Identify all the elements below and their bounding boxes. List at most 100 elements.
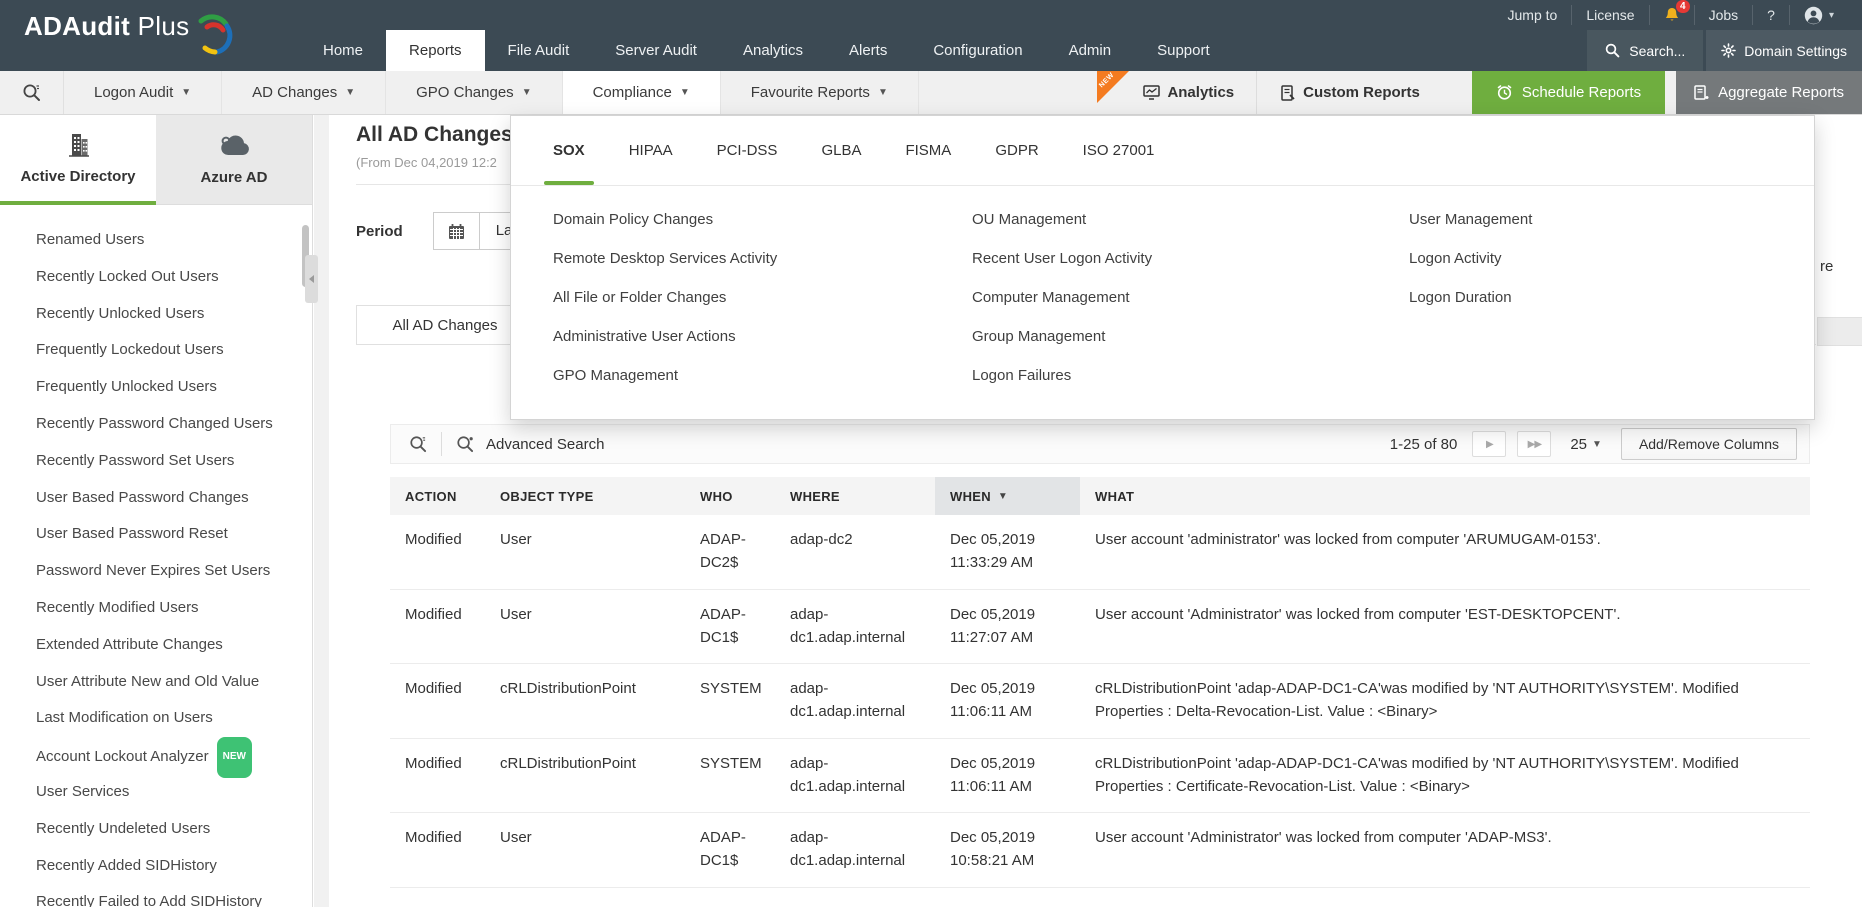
analytics-shortcut[interactable]: NEW Analytics	[1097, 71, 1256, 114]
sidebar-item-user-services[interactable]: User Services	[0, 774, 312, 811]
sidebar-item-account-lockout-analyzer[interactable]: Account Lockout AnalyzerNEW	[0, 737, 312, 774]
link-computer-management[interactable]: Computer Management	[972, 278, 1409, 317]
chevron-down-icon: ▾	[1829, 10, 1834, 21]
compliance-links-col2: OU Management Recent User Logon Activity…	[972, 200, 1409, 395]
sidebar-tabs: Active Directory Azure AD	[0, 115, 312, 205]
cell-where: adap-dc2	[775, 528, 935, 575]
help-button[interactable]: ?	[1752, 5, 1789, 25]
sidebar-item-renamed-users[interactable]: Renamed Users	[0, 222, 312, 259]
cell-what: User account 'Administrator' was locked …	[1080, 826, 1810, 873]
sidebar-item-recently-locked-out-users[interactable]: Recently Locked Out Users	[0, 259, 312, 296]
menu-logon-audit[interactable]: Logon Audit▼	[64, 71, 222, 114]
user-menu-button[interactable]: ▾	[1789, 5, 1848, 25]
link-ou-management[interactable]: OU Management	[972, 200, 1409, 239]
link-domain-policy-changes[interactable]: Domain Policy Changes	[553, 200, 972, 239]
page-size-select[interactable]: 25▼	[1570, 436, 1602, 453]
next-page-button[interactable]: ▶	[1472, 431, 1506, 457]
toolbar-divider	[441, 432, 442, 456]
truncated-right-text: re	[1820, 258, 1833, 275]
nav-support[interactable]: Support	[1134, 30, 1233, 71]
column-header-where[interactable]: WHERE	[775, 477, 935, 515]
tab-active-directory[interactable]: Active Directory	[0, 115, 156, 205]
link-user-management[interactable]: User Management	[1409, 200, 1814, 239]
cell-who: SYSTEM	[685, 677, 775, 724]
last-page-button[interactable]: ▶▶	[1517, 431, 1551, 457]
chevron-left-icon	[309, 275, 314, 283]
pagination-range: 1-25 of 80	[1390, 436, 1458, 453]
license-link[interactable]: License	[1571, 5, 1648, 25]
sidebar-collapse-handle[interactable]	[305, 255, 318, 303]
sidebar-item-recently-unlocked-users[interactable]: Recently Unlocked Users	[0, 296, 312, 333]
sidebar-item-last-modification-on-users[interactable]: Last Modification on Users	[0, 700, 312, 737]
link-logon-failures[interactable]: Logon Failures	[972, 356, 1409, 395]
nav-server-audit[interactable]: Server Audit	[592, 30, 720, 71]
menu-favourite-reports[interactable]: Favourite Reports▼	[721, 71, 919, 114]
toolbar-right-group: 1-25 of 80 ▶ ▶▶ 25▼ Add/Remove Columns	[1390, 428, 1797, 460]
menu-compliance[interactable]: Compliance▼	[563, 71, 721, 114]
link-administrative-user-actions[interactable]: Administrative User Actions	[553, 317, 972, 356]
column-header-action[interactable]: ACTION	[390, 477, 485, 515]
nav-analytics[interactable]: Analytics	[720, 30, 826, 71]
sidebar-item-password-never-expires-set-users[interactable]: Password Never Expires Set Users	[0, 553, 312, 590]
cell-when: Dec 05,201911:06:11 AM	[935, 677, 1080, 724]
cell-where: adap-dc1.adap.internal	[775, 826, 935, 873]
sidebar-item-frequently-lockedout-users[interactable]: Frequently Lockedout Users	[0, 332, 312, 369]
sidebar-item-user-based-password-changes[interactable]: User Based Password Changes	[0, 480, 312, 517]
tab-azure-ad[interactable]: Azure AD	[156, 115, 312, 205]
report-search-button[interactable]	[0, 71, 64, 114]
calendar-button[interactable]	[433, 212, 480, 250]
sidebar-item-user-based-password-reset[interactable]: User Based Password Reset	[0, 516, 312, 553]
nav-configuration[interactable]: Configuration	[910, 30, 1045, 71]
column-search-button[interactable]	[403, 435, 433, 453]
nav-alerts[interactable]: Alerts	[826, 30, 910, 71]
menu-gpo-changes[interactable]: GPO Changes▼	[386, 71, 562, 114]
notifications-button[interactable]: 4	[1649, 5, 1694, 25]
jobs-link[interactable]: Jobs	[1694, 5, 1753, 25]
nav-admin[interactable]: Admin	[1046, 30, 1135, 71]
sidebar-item-extended-attribute-changes[interactable]: Extended Attribute Changes	[0, 627, 312, 664]
column-header-when[interactable]: WHEN▼	[935, 477, 1080, 515]
sort-descending-icon: ▼	[998, 491, 1008, 502]
cell-object-type: cRLDistributionPoint	[485, 677, 685, 724]
view-tab-all-ad-changes[interactable]: All AD Changes	[356, 305, 534, 345]
nav-home[interactable]: Home	[300, 30, 386, 71]
advanced-search-button[interactable]: Advanced Search	[486, 436, 604, 453]
custom-reports-button[interactable]: Custom Reports	[1256, 71, 1444, 114]
column-header-what[interactable]: WHAT	[1080, 477, 1810, 515]
nav-reports[interactable]: Reports	[386, 30, 485, 71]
compliance-tab-sox[interactable]: SOX	[553, 116, 585, 185]
schedule-reports-button[interactable]: Schedule Reports	[1472, 71, 1665, 114]
column-header-object-type[interactable]: OBJECT TYPE	[485, 477, 685, 515]
sidebar-item-recently-password-set-users[interactable]: Recently Password Set Users	[0, 443, 312, 480]
compliance-tab-fisma[interactable]: FISMA	[905, 116, 951, 185]
cell-who: SYSTEM	[685, 752, 775, 799]
link-gpo-management[interactable]: GPO Management	[553, 356, 972, 395]
compliance-tab-gdpr[interactable]: GDPR	[995, 116, 1038, 185]
link-remote-desktop-services-activity[interactable]: Remote Desktop Services Activity	[553, 239, 972, 278]
column-header-who[interactable]: WHO	[685, 477, 775, 515]
sidebar-item-recently-modified-users[interactable]: Recently Modified Users	[0, 590, 312, 627]
app-logo[interactable]: ADAudit Plus	[24, 11, 233, 57]
sidebar-item-recently-password-changed-users[interactable]: Recently Password Changed Users	[0, 406, 312, 443]
link-recent-user-logon-activity[interactable]: Recent User Logon Activity	[972, 239, 1409, 278]
global-search-button[interactable]: Search...	[1587, 30, 1703, 71]
sidebar-item-recently-added-sidhistory[interactable]: Recently Added SIDHistory	[0, 848, 312, 885]
link-logon-activity[interactable]: Logon Activity	[1409, 239, 1814, 278]
sidebar-item-recently-failed-to-add-sidhistory[interactable]: Recently Failed to Add SIDHistory	[0, 884, 312, 907]
compliance-tab-iso-27001[interactable]: ISO 27001	[1083, 116, 1155, 185]
add-remove-columns-button[interactable]: Add/Remove Columns	[1621, 428, 1797, 460]
compliance-tab-hipaa[interactable]: HIPAA	[629, 116, 673, 185]
aggregate-reports-button[interactable]: Aggregate Reports	[1676, 71, 1862, 114]
compliance-tab-glba[interactable]: GLBA	[821, 116, 861, 185]
sidebar-item-user-attribute-new-and-old-value[interactable]: User Attribute New and Old Value	[0, 664, 312, 701]
compliance-tab-pci-dss[interactable]: PCI-DSS	[717, 116, 778, 185]
link-group-management[interactable]: Group Management	[972, 317, 1409, 356]
link-logon-duration[interactable]: Logon Duration	[1409, 278, 1814, 317]
menu-ad-changes[interactable]: AD Changes▼	[222, 71, 386, 114]
nav-file-audit[interactable]: File Audit	[485, 30, 593, 71]
link-all-file-or-folder-changes[interactable]: All File or Folder Changes	[553, 278, 972, 317]
sidebar-item-frequently-unlocked-users[interactable]: Frequently Unlocked Users	[0, 369, 312, 406]
jump-to-link[interactable]: Jump to	[1494, 5, 1572, 25]
sidebar-item-recently-undeleted-users[interactable]: Recently Undeleted Users	[0, 811, 312, 848]
domain-settings-button[interactable]: Domain Settings	[1706, 30, 1862, 71]
